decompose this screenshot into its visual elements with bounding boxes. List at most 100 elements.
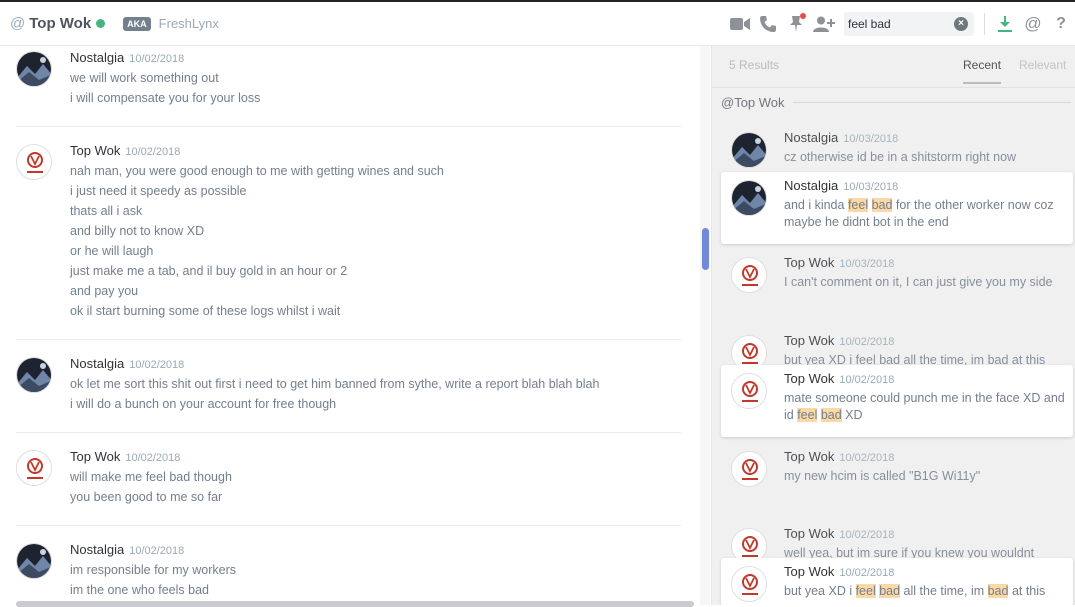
avatar[interactable] (731, 373, 767, 409)
result-text: my new hcim is called "B1G Wi11y" (784, 468, 1065, 485)
nickname-label: FreshLynx (158, 16, 219, 31)
message-header: Nostalgia 10/02/2018 (70, 542, 681, 557)
message-line: ok let me sort this shit out first i nee… (70, 377, 600, 391)
search-highlight: feel (847, 198, 869, 212)
message-line: i just need it speedy as possible (70, 184, 247, 198)
message-header: Nostalgia 10/02/2018 (70, 356, 681, 371)
message-author[interactable]: Top Wok (70, 143, 120, 158)
avatar[interactable] (731, 180, 767, 216)
horizontal-scrollbar[interactable] (16, 601, 694, 607)
message-author[interactable]: Nostalgia (70, 542, 124, 557)
search-input[interactable] (848, 17, 948, 31)
result-timestamp: 10/03/2018 (843, 133, 899, 145)
result-timestamp: 10/03/2018 (843, 181, 899, 193)
result-author[interactable]: Top Wok (784, 526, 834, 541)
result-header: Nostalgia 10/03/2018 (784, 130, 1065, 145)
result-author[interactable]: Top Wok (784, 333, 834, 348)
message-timestamp: 10/02/2018 (129, 359, 185, 371)
pinned-messages-icon[interactable] (782, 10, 810, 38)
avatar[interactable] (731, 257, 767, 293)
message-line: we will work something out (70, 71, 219, 85)
message-line: and pay you (70, 284, 139, 298)
message-author[interactable]: Nostalgia (70, 50, 124, 65)
avatar[interactable] (731, 451, 767, 487)
message-timestamp: 10/02/2018 (125, 452, 181, 464)
result-body: Top Wok 10/02/2018 my new hcim is called "… (784, 449, 1065, 485)
voice-call-icon[interactable] (754, 10, 782, 38)
result-body: Top Wok 10/02/2018 but yea XD i feel bad a… (784, 564, 1065, 600)
message-header: Top Wok 10/02/2018 (70, 143, 681, 158)
result-author[interactable]: Nostalgia (784, 178, 838, 193)
video-call-icon[interactable] (726, 10, 754, 38)
help-icon[interactable]: ? (1047, 10, 1075, 38)
search-result-context[interactable]: Nostalgia 10/03/2018 cz otherwise id be in… (721, 124, 1073, 168)
message-line: you been good to me so far (70, 490, 223, 504)
result-author[interactable]: Top Wok (784, 564, 834, 579)
channel-name: @Top Wok (721, 95, 785, 110)
search-results-panel: 5 Results Recent Relevant @Top Wok Nosta… (711, 46, 1075, 605)
avatar[interactable] (16, 51, 52, 87)
tab-recent[interactable]: Recent (963, 58, 1002, 84)
dm-title[interactable]: Top Wok (29, 15, 91, 32)
message-line: i will do a bunch on your account for fr… (70, 397, 337, 411)
message-group: Nostalgia 10/02/2018 we will work somethin… (16, 46, 681, 127)
result-text: I can't comment on it, I can just give y… (784, 274, 1065, 293)
result-text: mate someone could punch me in the face … (784, 390, 1065, 424)
results-channel-label: @Top Wok (721, 95, 1071, 110)
message-line: im responsible for my workers (70, 563, 237, 577)
result-body: Nostalgia 10/03/2018 cz otherwise id be in… (784, 130, 1065, 166)
result-body: Top Wok 10/02/2018 well yea, but im sure i… (784, 526, 1065, 562)
result-author[interactable]: Top Wok (784, 371, 834, 386)
message-author[interactable]: Nostalgia (70, 356, 124, 371)
result-body: Nostalgia 10/03/2018 and i kinda feel bad … (784, 178, 1065, 231)
results-count: 5 Results (729, 58, 780, 72)
search-field[interactable]: × (844, 12, 974, 36)
message-line: thats all i ask (70, 204, 143, 218)
message-timestamp: 10/02/2018 (129, 545, 185, 557)
result-author[interactable]: Top Wok (784, 449, 834, 464)
result-text: cz otherwise id be in a shitstorm right … (784, 149, 1065, 166)
message-group: Nostalgia 10/02/2018 im responsible for my… (16, 526, 681, 605)
message-line: ok il start burning some of these logs w… (70, 304, 341, 318)
message-timestamp: 10/02/2018 (125, 146, 181, 158)
clear-search-icon[interactable]: × (954, 17, 968, 31)
avatar[interactable] (731, 566, 767, 602)
result-text-content: my new hcim is called "B1G Wi11y" (784, 469, 981, 483)
download-icon[interactable] (991, 10, 1019, 38)
result-text-segment: XD (841, 408, 863, 422)
message-line: im the one who feels bad (70, 583, 209, 597)
result-header: Top Wok 10/02/2018 (784, 333, 1065, 348)
result-text: but yea XD i feel bad all the time, im b… (784, 583, 1065, 600)
message-header: Nostalgia 10/02/2018 (70, 50, 681, 65)
avatar[interactable] (731, 132, 767, 168)
chat-scrollbar-track[interactable] (700, 46, 710, 605)
search-result-match[interactable]: Top Wok 10/02/2018 but yea XD i feel bad a… (721, 558, 1073, 605)
message-line: nah man, you were good enough to me with… (70, 164, 444, 178)
avatar[interactable] (16, 357, 52, 393)
search-result-match[interactable]: Top Wok 10/02/2018 mate someone could punc… (721, 365, 1073, 437)
result-timestamp: 10/03/2018 (839, 258, 895, 270)
avatar[interactable] (16, 450, 52, 486)
search-result-context[interactable]: Top Wok 10/02/2018 my new hcim is called "… (721, 443, 1073, 487)
chat-messages[interactable]: Nostalgia 10/02/2018 we will work somethin… (0, 46, 698, 605)
result-body: Top Wok 10/02/2018 but yea XD i feel bad a… (784, 333, 1065, 369)
result-author[interactable]: Top Wok (784, 255, 834, 270)
message-header: Top Wok 10/02/2018 (70, 449, 681, 464)
tab-relevant[interactable]: Relevant (1019, 58, 1066, 72)
chat-scrollbar-thumb[interactable] (702, 228, 709, 270)
search-result-context[interactable]: Top Wok 10/03/2018 I can't comment on it, … (721, 249, 1073, 293)
avatar[interactable] (16, 543, 52, 579)
result-text-content: cz otherwise id be in a shitstorm right … (784, 150, 1017, 164)
result-header: Top Wok 10/02/2018 (784, 526, 1065, 541)
search-highlight: feel (797, 408, 818, 422)
add-friend-icon[interactable] (810, 10, 838, 38)
message-line: or he will laugh (70, 244, 154, 258)
result-author[interactable]: Nostalgia (784, 130, 838, 145)
search-highlight: bad (987, 584, 1009, 598)
mentions-icon[interactable]: @ (1019, 10, 1047, 38)
search-result-match[interactable]: Nostalgia 10/03/2018 and i kinda feel bad … (721, 172, 1073, 244)
avatar[interactable] (16, 144, 52, 180)
result-timestamp: 10/02/2018 (839, 529, 895, 541)
message-timestamp: 10/02/2018 (129, 53, 185, 65)
message-author[interactable]: Top Wok (70, 449, 120, 464)
